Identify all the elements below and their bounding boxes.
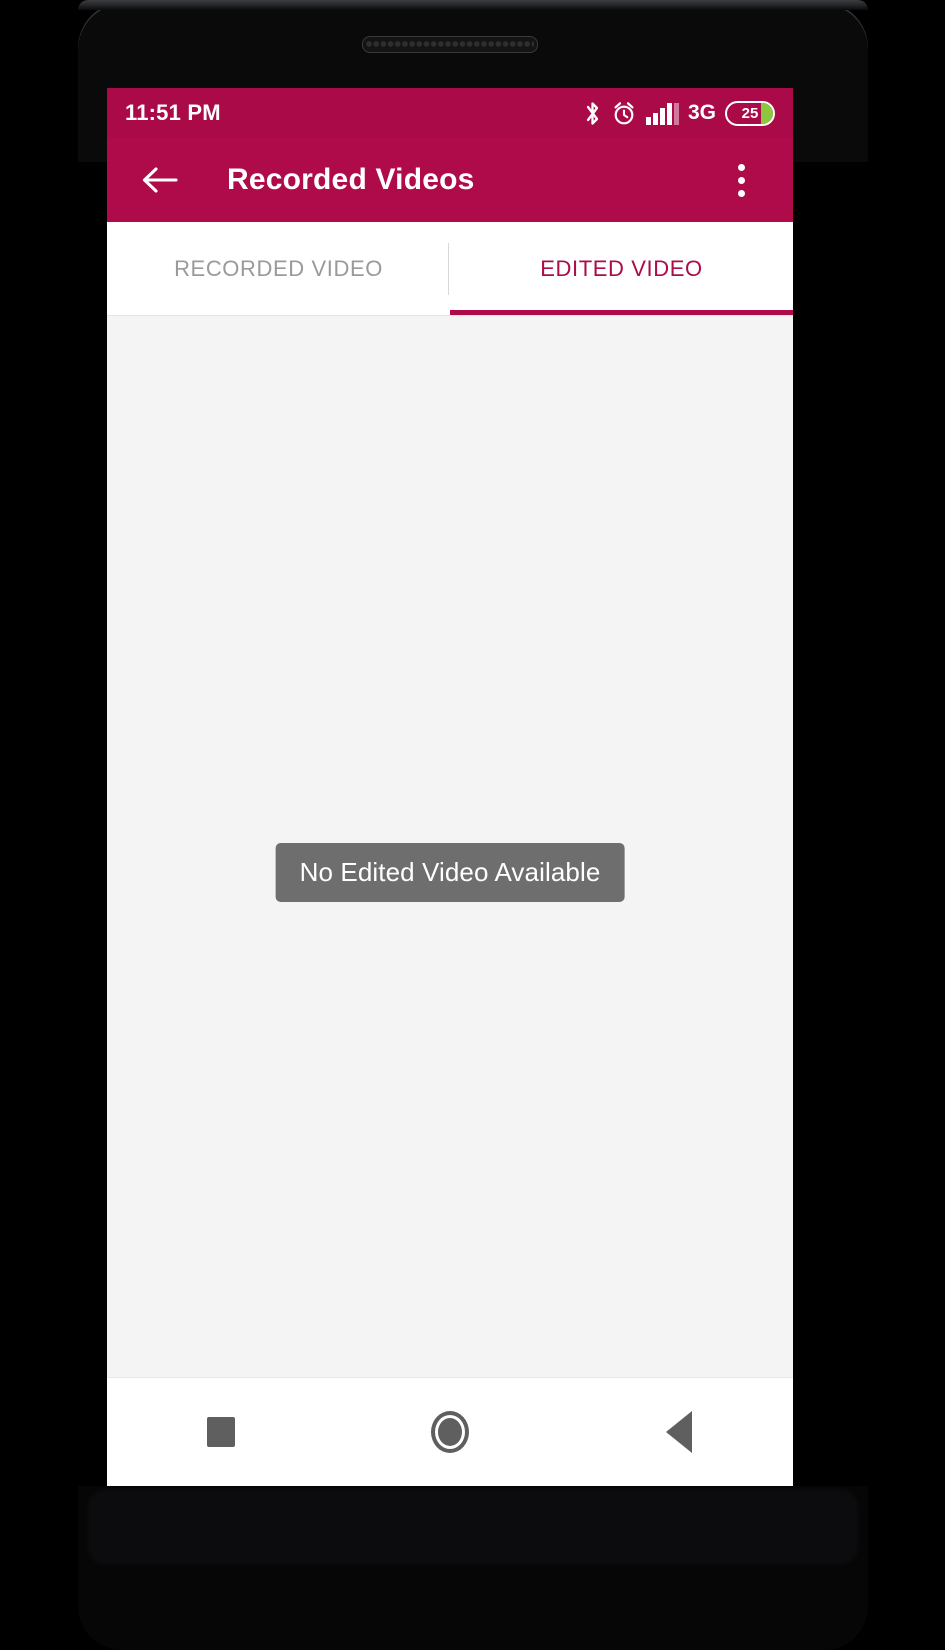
back-arrow-icon[interactable] <box>125 138 195 222</box>
overflow-dot <box>737 163 745 171</box>
alarm-icon <box>611 100 637 127</box>
square-icon <box>207 1417 236 1447</box>
status-bar: 11:51 PM 3G 25 <box>107 88 793 138</box>
content-area: No Edited Video Available <box>107 316 793 1378</box>
battery-percent-label: 25 <box>741 104 759 122</box>
status-bar-clock: 11:51 PM <box>125 100 221 125</box>
system-navigation-bar <box>107 1378 793 1486</box>
app-bar: Recorded Videos <box>107 138 793 222</box>
tab-active-indicator <box>450 310 793 315</box>
home-button[interactable] <box>336 1378 565 1486</box>
overflow-menu-icon[interactable] <box>719 158 763 202</box>
overflow-dot <box>737 189 745 197</box>
recents-button[interactable] <box>107 1378 336 1486</box>
tab-recorded-video[interactable]: RECORDED VIDEO <box>107 222 450 315</box>
circle-icon <box>431 1411 469 1453</box>
page-title: Recorded Videos <box>227 163 475 196</box>
signal-bars-icon <box>645 101 680 125</box>
battery-icon: 25 <box>725 100 775 126</box>
tab-divider <box>448 243 449 295</box>
tab-edited-video[interactable]: EDITED VIDEO <box>450 222 793 315</box>
phone-device-frame: 11:51 PM 3G 25 Recorded Videos RECORDED … <box>0 0 945 1650</box>
battery-fill <box>761 102 773 124</box>
tab-bar: RECORDED VIDEO EDITED VIDEO <box>107 222 793 316</box>
phone-screen: 11:51 PM 3G 25 Recorded Videos RECORDED … <box>107 88 793 1486</box>
speaker-grille-icon <box>362 36 538 53</box>
triangle-left-icon <box>665 1411 692 1453</box>
toast-message: No Edited Video Available <box>275 843 625 902</box>
device-bottom-plate <box>88 1490 858 1564</box>
status-bar-icons: 3G 25 <box>583 100 775 127</box>
device-top-edge <box>78 0 868 10</box>
network-type-label: 3G <box>687 101 716 124</box>
bluetooth-icon <box>583 100 602 127</box>
overflow-dot <box>737 176 745 184</box>
back-button[interactable] <box>564 1378 793 1486</box>
